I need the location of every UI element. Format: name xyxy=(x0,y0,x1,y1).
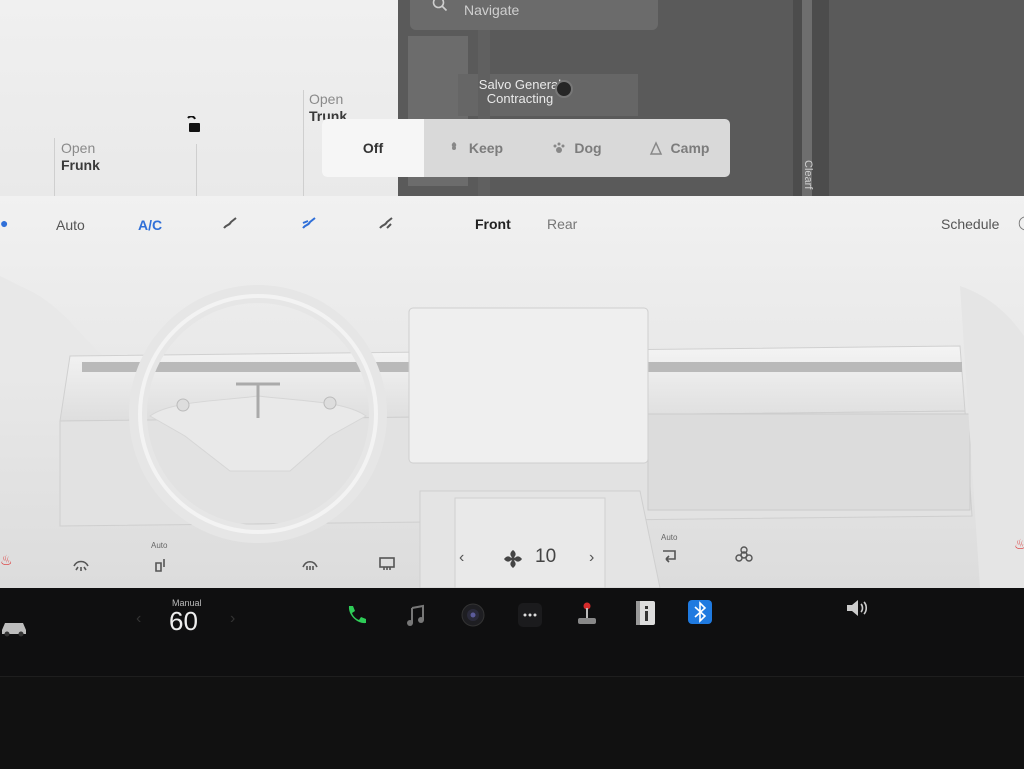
ac-button[interactable]: A/C xyxy=(138,217,162,233)
map-pin-icon[interactable] xyxy=(555,80,573,98)
search-icon xyxy=(432,0,448,12)
steering-heat-icon[interactable] xyxy=(72,556,90,574)
cabin-render xyxy=(0,276,1024,588)
info-icon[interactable]: ◯ xyxy=(1018,214,1024,231)
power-indicator-icon[interactable]: ● xyxy=(0,215,8,231)
divider xyxy=(196,144,197,196)
car-icon[interactable] xyxy=(0,612,28,640)
frunk-open-label: Open xyxy=(61,140,96,156)
seat-heater-right-icon[interactable]: ♨ xyxy=(1014,536,1024,553)
auto-seat-label: Auto xyxy=(151,541,168,550)
vent-feet-icon[interactable] xyxy=(377,214,395,232)
seat-heat-auto-icon[interactable] xyxy=(152,555,170,573)
fan-speed-icon xyxy=(504,550,522,568)
seat-heater-left-icon[interactable]: ♨ xyxy=(0,552,13,569)
front-defrost-icon[interactable] xyxy=(301,555,319,573)
open-frunk-button[interactable]: Open Frunk xyxy=(61,140,100,174)
mode-keep-button[interactable]: Keep xyxy=(424,119,526,177)
street-label: Clearf xyxy=(802,160,814,190)
more-icon[interactable] xyxy=(516,601,544,629)
mode-camp-label: Camp xyxy=(670,140,710,156)
volume-icon[interactable] xyxy=(843,594,871,622)
mode-camp-button[interactable]: Camp xyxy=(628,119,730,177)
bioweapon-defense-icon[interactable] xyxy=(735,546,753,564)
rear-defrost-icon[interactable] xyxy=(378,555,396,573)
divider xyxy=(303,90,304,196)
mode-dog-button[interactable]: Dog xyxy=(526,119,628,177)
music-icon[interactable] xyxy=(402,602,430,630)
tab-front[interactable]: Front xyxy=(475,216,511,232)
camera-icon[interactable] xyxy=(459,601,487,629)
fan-increase-button[interactable]: › xyxy=(589,549,594,567)
trunk-open-label: Open xyxy=(309,91,344,107)
auto-recirc-label: Auto xyxy=(661,533,678,542)
divider xyxy=(54,138,55,196)
unlock-icon[interactable] xyxy=(184,116,202,134)
navigate-placeholder: Navigate xyxy=(464,2,520,18)
fan-decrease-button[interactable]: ‹ xyxy=(459,549,464,567)
vent-split-icon[interactable] xyxy=(300,214,318,232)
speed-increase-button[interactable]: › xyxy=(230,610,235,628)
poi-name-line2: Contracting xyxy=(486,91,554,106)
manual-icon[interactable] xyxy=(631,599,659,627)
bluetooth-icon[interactable] xyxy=(686,598,714,626)
speed-decrease-button[interactable]: ‹ xyxy=(136,610,141,628)
tent-icon xyxy=(649,141,662,155)
joystick-icon[interactable] xyxy=(573,600,601,628)
paw-icon xyxy=(553,142,565,153)
lower-bezel xyxy=(0,676,1024,769)
mode-keep-label: Keep xyxy=(468,140,504,156)
fan-icon xyxy=(451,142,457,150)
speed-value: 60 xyxy=(169,606,198,636)
phone-icon[interactable] xyxy=(343,602,371,630)
fan-speed-value: 10 xyxy=(535,546,557,567)
vent-face-icon[interactable] xyxy=(221,214,239,232)
tab-rear[interactable]: Rear xyxy=(547,216,577,232)
mode-dog-label: Dog xyxy=(574,140,602,156)
climate-panel: ● Auto A/C Front Rear Schedule ◯ ♨ Auto … xyxy=(0,196,1024,588)
auto-button[interactable]: Auto xyxy=(56,217,85,233)
navigate-search-bar[interactable]: Navigate xyxy=(410,0,658,30)
recirculate-icon[interactable] xyxy=(660,547,678,565)
mode-off-button[interactable]: Off xyxy=(322,119,424,177)
frunk-label: Frunk xyxy=(61,157,100,173)
schedule-button[interactable]: Schedule xyxy=(941,216,999,232)
mode-off-label: Off xyxy=(362,140,384,156)
climate-mode-selector: Off Keep Dog Camp xyxy=(322,119,730,177)
